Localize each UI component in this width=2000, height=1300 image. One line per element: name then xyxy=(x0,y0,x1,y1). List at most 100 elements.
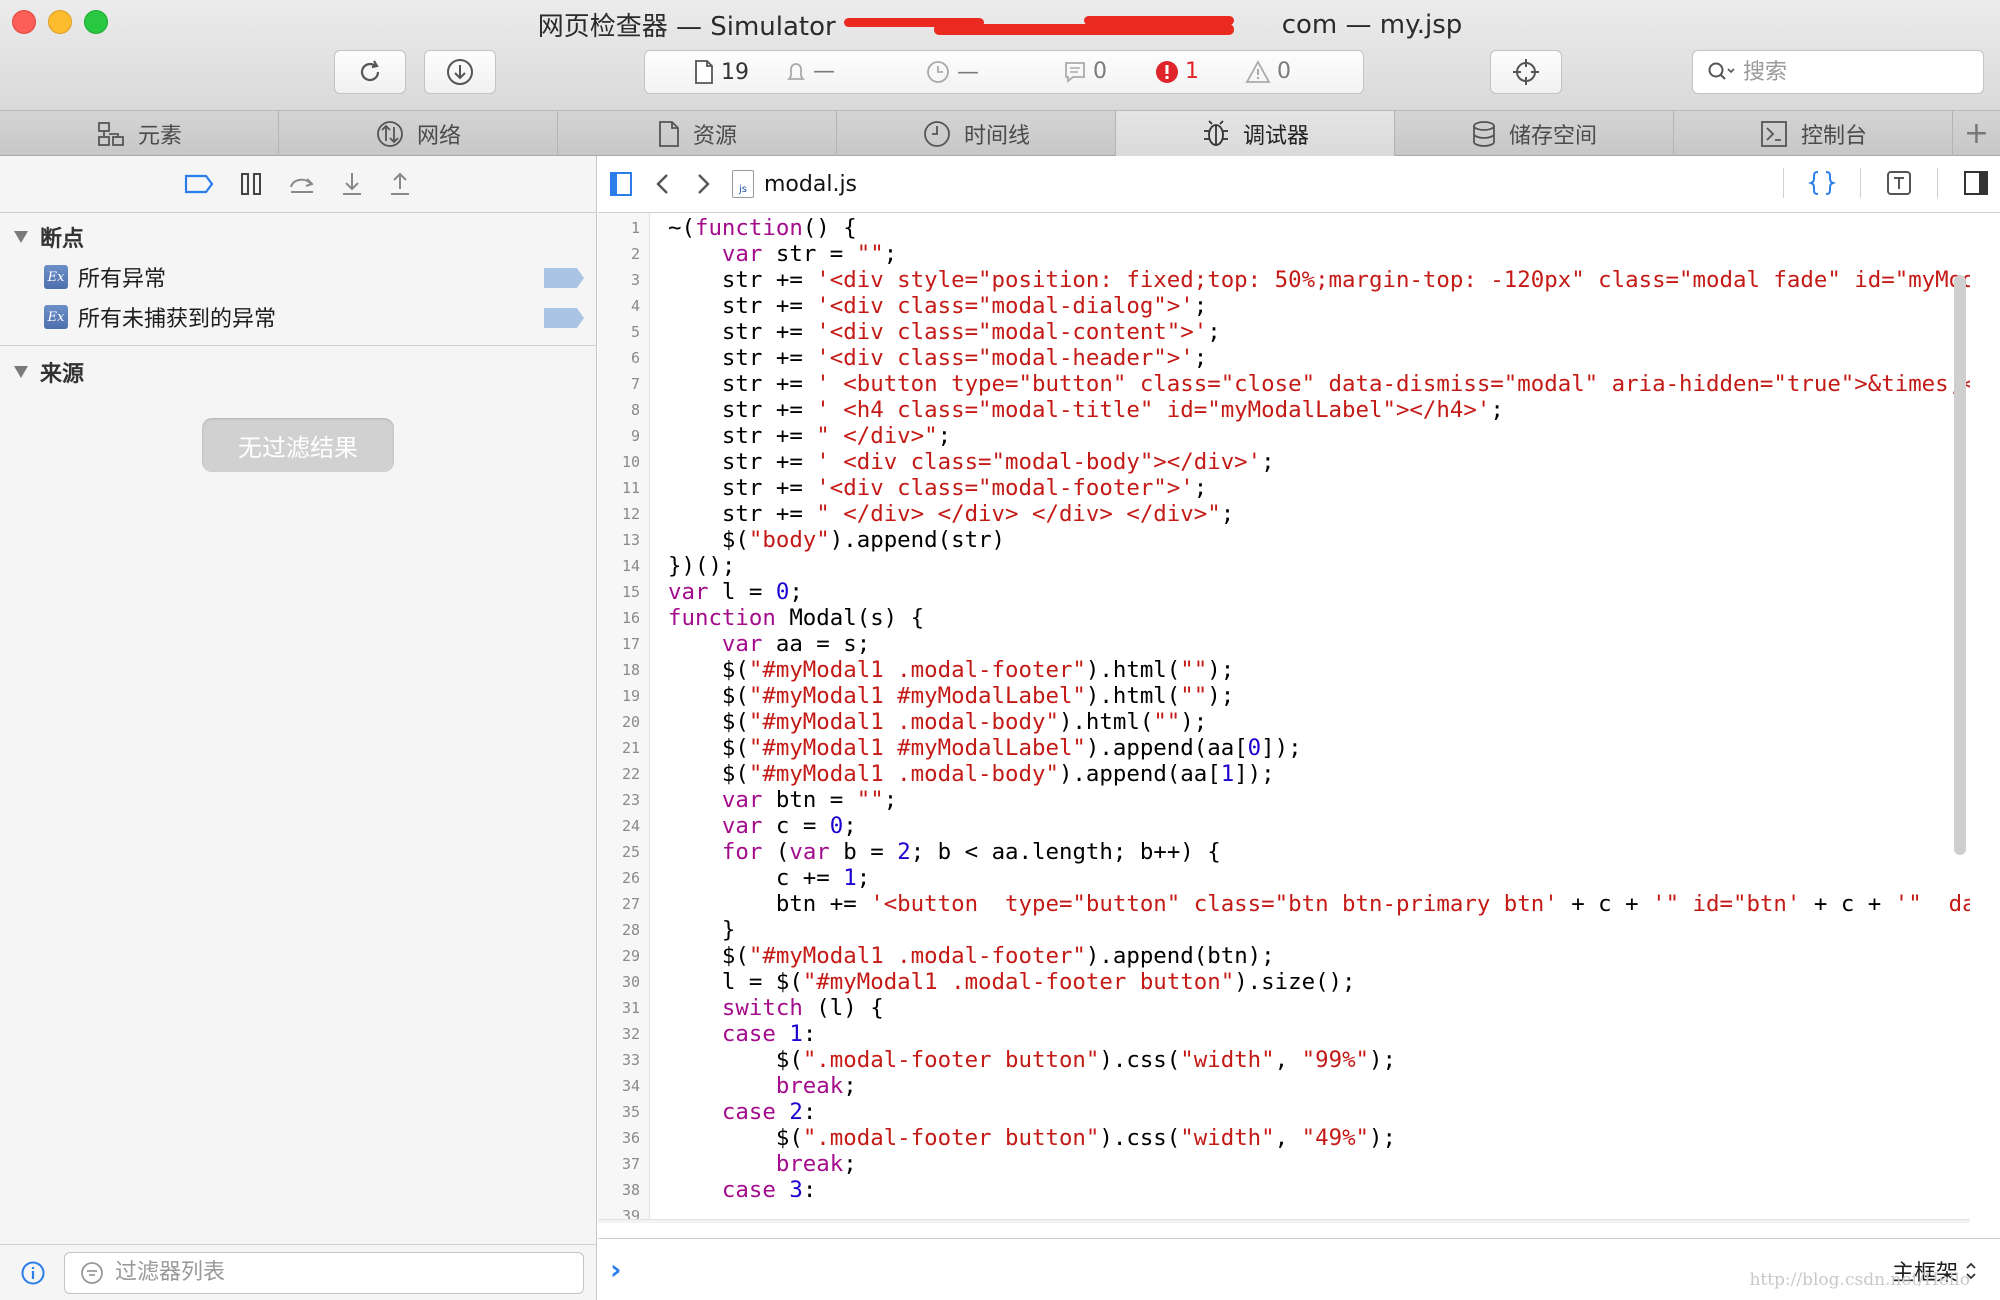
breakpoint-marker-icon[interactable] xyxy=(544,308,584,328)
line-number[interactable]: 30 xyxy=(598,969,650,995)
code-line[interactable]: 26 c += 1; xyxy=(598,865,1970,891)
line-number[interactable]: 20 xyxy=(598,709,650,735)
line-number[interactable]: 22 xyxy=(598,761,650,787)
breakpoints-toggle-icon[interactable] xyxy=(183,171,215,197)
type-profiler-icon[interactable] xyxy=(1885,168,1913,198)
line-number[interactable]: 11 xyxy=(598,475,650,501)
tab-elements[interactable]: 元素 xyxy=(0,111,279,156)
messages-count[interactable]: 0 xyxy=(1063,59,1107,84)
line-number[interactable]: 17 xyxy=(598,631,650,657)
code-line[interactable]: 28 } xyxy=(598,917,1970,943)
line-number[interactable]: 14 xyxy=(598,553,650,579)
step-into-icon[interactable] xyxy=(339,170,365,198)
code-line[interactable]: 9 str += " </div>"; xyxy=(598,423,1970,449)
line-number[interactable]: 7 xyxy=(598,371,650,397)
line-number[interactable]: 36 xyxy=(598,1125,650,1151)
filter-input[interactable] xyxy=(115,1260,515,1285)
line-number[interactable]: 21 xyxy=(598,735,650,761)
code-line[interactable]: 18 $("#myModal1 .modal-footer").html("")… xyxy=(598,657,1970,683)
activity-viewer[interactable]: 19 — — 0 1 0 xyxy=(644,50,1364,94)
code-line[interactable]: 21 $("#myModal1 #myModalLabel").append(a… xyxy=(598,735,1970,761)
line-number[interactable]: 5 xyxy=(598,319,650,345)
line-number[interactable]: 28 xyxy=(598,917,650,943)
line-number[interactable]: 35 xyxy=(598,1099,650,1125)
warnings-count[interactable]: 0 xyxy=(1245,59,1291,84)
quick-console[interactable]: › 主框架 http://blog.csdn.net/Hello xyxy=(598,1238,2000,1300)
line-number[interactable]: 4 xyxy=(598,293,650,319)
code-line[interactable]: 25 for (var b = 2; b < aa.length; b++) { xyxy=(598,839,1970,865)
pause-icon[interactable] xyxy=(237,170,265,198)
line-number[interactable]: 9 xyxy=(598,423,650,449)
line-number[interactable]: 32 xyxy=(598,1021,650,1047)
errors-count[interactable]: 1 xyxy=(1155,59,1199,84)
line-number[interactable]: 18 xyxy=(598,657,650,683)
sources-section-header[interactable]: 来源 xyxy=(0,352,596,392)
code-line[interactable]: 29 $("#myModal1 .modal-footer").append(b… xyxy=(598,943,1970,969)
line-number[interactable]: 8 xyxy=(598,397,650,423)
code-line[interactable]: 31 switch (l) { xyxy=(598,995,1970,1021)
tab-storage[interactable]: 储存空间 xyxy=(1395,111,1674,156)
tab-console[interactable]: 控制台 xyxy=(1674,111,1953,156)
code-line[interactable]: 3 str += '<div style="position: fixed;to… xyxy=(598,267,1970,293)
back-icon[interactable] xyxy=(652,170,674,198)
line-number[interactable]: 12 xyxy=(598,501,650,527)
code-line[interactable]: 30 l = $("#myModal1 .modal-footer button… xyxy=(598,969,1970,995)
forward-icon[interactable] xyxy=(692,170,714,198)
code-line[interactable]: 27 btn += '<button type="button" class="… xyxy=(598,891,1970,917)
line-number[interactable]: 34 xyxy=(598,1073,650,1099)
code-line[interactable]: 7 str += ' <button type="button" class="… xyxy=(598,371,1970,397)
line-number[interactable]: 10 xyxy=(598,449,650,475)
code-line[interactable]: 35 case 2: xyxy=(598,1099,1970,1125)
code-line[interactable]: 23 var btn = ""; xyxy=(598,787,1970,813)
code-line[interactable]: 2 var str = ""; xyxy=(598,241,1970,267)
vertical-scrollbar[interactable] xyxy=(1954,275,1966,855)
line-number[interactable]: 15 xyxy=(598,579,650,605)
line-number[interactable]: 3 xyxy=(598,267,650,293)
code-line[interactable]: 34 break; xyxy=(598,1073,1970,1099)
tab-resources[interactable]: 资源 xyxy=(558,111,837,156)
code-line[interactable]: 17 var aa = s; xyxy=(598,631,1970,657)
code-line[interactable]: 1 ~(function() { xyxy=(598,215,1970,241)
search-field[interactable] xyxy=(1692,50,1984,94)
tab-network[interactable]: 网络 xyxy=(279,111,558,156)
code-line[interactable]: 12 str += " </div> </div> </div> </div>"… xyxy=(598,501,1970,527)
code-line[interactable]: 14})(); xyxy=(598,553,1970,579)
sidebar-toggle-icon[interactable] xyxy=(608,170,634,198)
details-sidebar-icon[interactable] xyxy=(1962,168,1990,198)
info-icon[interactable] xyxy=(20,1260,46,1286)
line-number[interactable]: 2 xyxy=(598,241,650,267)
line-number[interactable]: 25 xyxy=(598,839,650,865)
pretty-print-icon[interactable] xyxy=(1808,168,1836,198)
search-input[interactable] xyxy=(1743,59,1963,85)
code-line[interactable]: 11 str += '<div class="modal-footer">'; xyxy=(598,475,1970,501)
line-number[interactable]: 13 xyxy=(598,527,650,553)
resources-count[interactable]: 19 xyxy=(693,59,749,85)
code-line[interactable]: 20 $("#myModal1 .modal-body").html(""); xyxy=(598,709,1970,735)
line-number[interactable]: 37 xyxy=(598,1151,650,1177)
add-tab-button[interactable]: + xyxy=(1953,111,2000,155)
line-number[interactable]: 6 xyxy=(598,345,650,371)
code-line[interactable]: 38 case 3: xyxy=(598,1177,1970,1203)
timeline-count[interactable]: — xyxy=(925,59,979,85)
code-line[interactable]: 15 var l = 0; xyxy=(598,579,1970,605)
tab-debugger[interactable]: 调试器 xyxy=(1116,111,1395,156)
code-editor[interactable]: 1 ~(function() {2 var str = ""; 3 str += '… xyxy=(598,213,1970,1223)
line-number[interactable]: 16 xyxy=(598,605,650,631)
code-line[interactable]: 19 $("#myModal1 #myModalLabel").html("")… xyxy=(598,683,1970,709)
code-line[interactable]: 32 case 1: xyxy=(598,1021,1970,1047)
line-number[interactable]: 19 xyxy=(598,683,650,709)
line-number[interactable]: 24 xyxy=(598,813,650,839)
code-line[interactable]: 33 $(".modal-footer button").css("width"… xyxy=(598,1047,1970,1073)
line-number[interactable]: 33 xyxy=(598,1047,650,1073)
code-line[interactable]: 5 str += '<div class="modal-content">'; xyxy=(598,319,1970,345)
line-number[interactable]: 29 xyxy=(598,943,650,969)
step-over-icon[interactable] xyxy=(287,170,317,198)
code-line[interactable]: 8 str += ' <h4 class="modal-title" id="m… xyxy=(598,397,1970,423)
code-line[interactable]: 13 $("body").append(str) xyxy=(598,527,1970,553)
code-line[interactable]: 6 str += '<div class="modal-header">'; xyxy=(598,345,1970,371)
code-line[interactable]: 22 $("#myModal1 .modal-body").append(aa[… xyxy=(598,761,1970,787)
inspect-element-button[interactable] xyxy=(1490,50,1562,94)
no-filter-results-button[interactable]: 无过滤结果 xyxy=(202,418,394,472)
code-line[interactable]: 37 break; xyxy=(598,1151,1970,1177)
logs-count[interactable]: — xyxy=(785,59,835,84)
